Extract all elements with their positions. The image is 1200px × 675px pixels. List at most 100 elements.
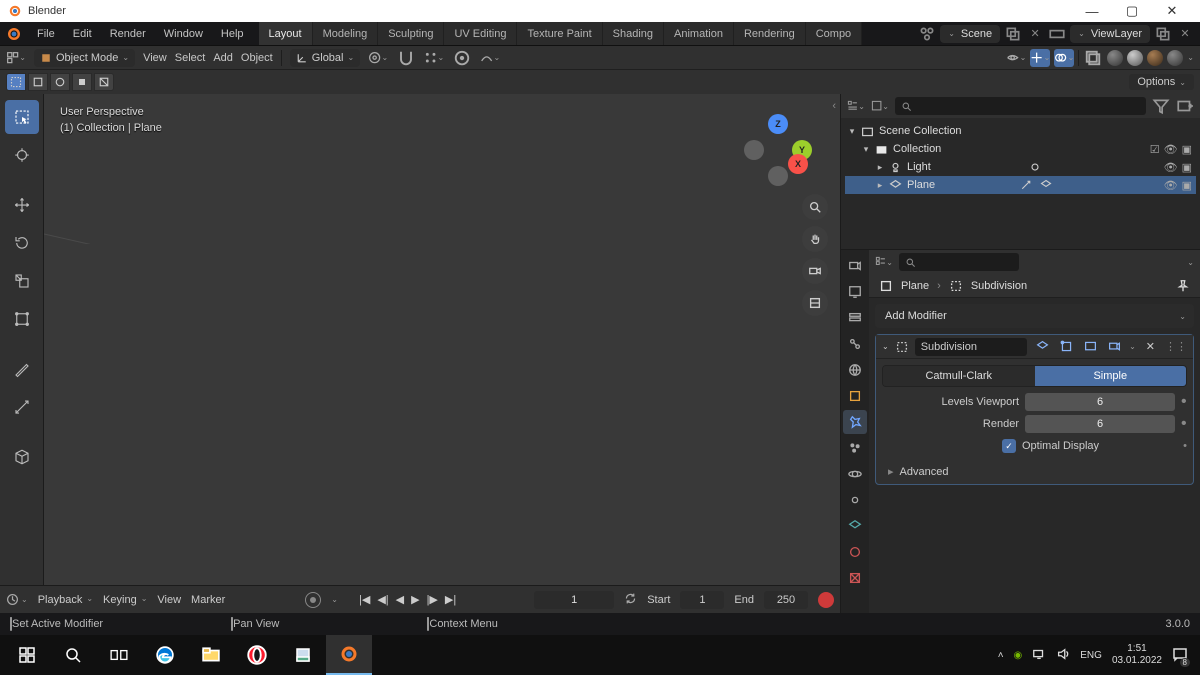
xray-icon[interactable]: [1083, 49, 1103, 67]
snap-icon[interactable]: [396, 49, 416, 67]
outliner-type-icon[interactable]: ⌄: [847, 97, 865, 115]
axis-neg2[interactable]: [768, 166, 788, 186]
render-icon[interactable]: ▣: [1182, 161, 1192, 174]
snap-type-icon[interactable]: ⌄: [424, 49, 444, 67]
app-menu-icon[interactable]: [0, 22, 28, 45]
tab-compositing[interactable]: Compo: [806, 22, 862, 45]
menu-file[interactable]: File: [28, 22, 64, 46]
ptab-data[interactable]: [843, 514, 867, 538]
tab-layout[interactable]: Layout: [259, 22, 313, 45]
pan-icon[interactable]: [802, 226, 828, 252]
record-icon[interactable]: [818, 592, 834, 608]
shading-wireframe-icon[interactable]: [1107, 50, 1123, 66]
collapse-icon[interactable]: ⌄: [882, 342, 889, 351]
pin-icon[interactable]: [1176, 279, 1190, 293]
blender-taskbar-icon[interactable]: [326, 635, 372, 675]
menu-render[interactable]: Render: [101, 22, 155, 46]
menu-select[interactable]: Select: [175, 52, 206, 64]
render-icon[interactable]: ▣: [1182, 143, 1192, 156]
prop-options[interactable]: ⌄: [1187, 258, 1194, 267]
tree-collection[interactable]: ▾ Collection ☑👁▣: [845, 140, 1196, 158]
selmode-1[interactable]: [6, 73, 26, 91]
levels-render-field[interactable]: 6: [1025, 415, 1175, 433]
proportional-type-icon[interactable]: ⌄: [480, 49, 500, 67]
outliner-filter-icon[interactable]: [1152, 97, 1170, 115]
ptab-output[interactable]: [843, 280, 867, 304]
gizmo-toggle-icon[interactable]: ⌄: [1030, 49, 1050, 67]
outliner-tree[interactable]: ▾ Scene Collection ▾ Collection ☑👁▣ ▸ Li…: [841, 118, 1200, 249]
selmode-2[interactable]: [28, 73, 48, 91]
timeline-keying[interactable]: Keying⌄: [103, 594, 147, 606]
play-reverse-icon[interactable]: ◀: [393, 593, 407, 606]
mod-oncage-icon[interactable]: [1033, 338, 1051, 356]
mod-extra-dropdown[interactable]: ⌄: [1129, 342, 1136, 351]
outliner-new-collection-icon[interactable]: [1176, 97, 1194, 115]
viewlayer-field[interactable]: ⌄ViewLayer: [1070, 25, 1150, 43]
axis-x[interactable]: X: [788, 154, 808, 174]
mod-editmode-icon[interactable]: [1057, 338, 1075, 356]
outliner-search[interactable]: [895, 97, 1146, 115]
axis-z[interactable]: Z: [768, 114, 788, 134]
shading-dropdown[interactable]: ⌄: [1187, 53, 1194, 62]
tree-scene-collection[interactable]: ▾ Scene Collection: [845, 122, 1196, 140]
scene-name-field[interactable]: ⌄Scene: [940, 25, 1000, 43]
selmode-3[interactable]: [50, 73, 70, 91]
tool-add-cube[interactable]: [5, 440, 39, 474]
edge-icon[interactable]: [142, 635, 188, 675]
close-button[interactable]: ✕: [1152, 3, 1192, 19]
scene-copy-icon[interactable]: [1004, 25, 1022, 43]
mode-dropdown[interactable]: Object Mode⌄: [34, 49, 135, 67]
jump-end-icon[interactable]: ▶|: [442, 593, 459, 606]
menu-window[interactable]: Window: [155, 22, 212, 46]
perspective-icon[interactable]: [802, 290, 828, 316]
menu-view[interactable]: View: [143, 52, 167, 64]
current-frame-field[interactable]: 1: [534, 591, 614, 609]
tab-texture[interactable]: Texture Paint: [517, 22, 602, 45]
viewlayer-delete-icon[interactable]: ✕: [1176, 25, 1194, 43]
tool-cursor[interactable]: [5, 138, 39, 172]
menu-edit[interactable]: Edit: [64, 22, 101, 46]
tray-volume-icon[interactable]: [1056, 647, 1070, 664]
tray-language[interactable]: ENG: [1080, 650, 1102, 661]
tab-uv[interactable]: UV Editing: [444, 22, 517, 45]
ptab-object[interactable]: [843, 384, 867, 408]
tool-select-box[interactable]: [5, 100, 39, 134]
jump-start-icon[interactable]: |◀: [356, 593, 373, 606]
shading-solid-icon[interactable]: [1127, 50, 1143, 66]
eye-icon[interactable]: 👁: [1164, 179, 1178, 192]
axis-neg1[interactable]: [744, 140, 764, 160]
overlay-toggle-icon[interactable]: ⌄: [1054, 49, 1074, 67]
proportional-icon[interactable]: [452, 49, 472, 67]
tray-chevron-icon[interactable]: ˄: [998, 650, 1004, 661]
anim-dot[interactable]: •: [1183, 440, 1187, 452]
end-field[interactable]: 250: [764, 591, 808, 609]
orientation-dropdown[interactable]: Global⌄: [290, 49, 361, 67]
keyframe-next-icon[interactable]: |▶: [424, 593, 441, 606]
tab-sculpting[interactable]: Sculpting: [378, 22, 444, 45]
ptab-scene[interactable]: [843, 332, 867, 356]
tab-animation[interactable]: Animation: [664, 22, 734, 45]
tool-annotate[interactable]: [5, 352, 39, 386]
eye-icon[interactable]: 👁: [1164, 161, 1178, 174]
anim-dot[interactable]: •: [1181, 421, 1187, 427]
3d-viewport[interactable]: User Perspective (1) Collection | Plane …: [44, 94, 840, 635]
nav-gizmo[interactable]: Z Y X: [744, 114, 812, 182]
start-field[interactable]: 1: [680, 591, 724, 609]
add-modifier-dropdown[interactable]: Add Modifier ⌄: [875, 304, 1194, 328]
tool-rotate[interactable]: [5, 226, 39, 260]
tool-scale[interactable]: [5, 264, 39, 298]
editor-type-icon[interactable]: ⌄: [6, 49, 26, 67]
ptab-texture[interactable]: [843, 566, 867, 590]
start-button[interactable]: [4, 635, 50, 675]
sync-icon[interactable]: [624, 592, 637, 608]
properties-search[interactable]: [899, 253, 1019, 271]
tab-rendering[interactable]: Rendering: [734, 22, 806, 45]
eye-icon[interactable]: 👁: [1164, 143, 1178, 156]
type-simple[interactable]: Simple: [1035, 366, 1187, 386]
mod-delete-icon[interactable]: ✕: [1142, 340, 1159, 353]
ptab-world[interactable]: [843, 358, 867, 382]
shading-rendered-icon[interactable]: [1167, 50, 1183, 66]
maximize-button[interactable]: ▢: [1112, 3, 1152, 19]
camera-icon[interactable]: [802, 258, 828, 284]
selmode-4[interactable]: [72, 73, 92, 91]
